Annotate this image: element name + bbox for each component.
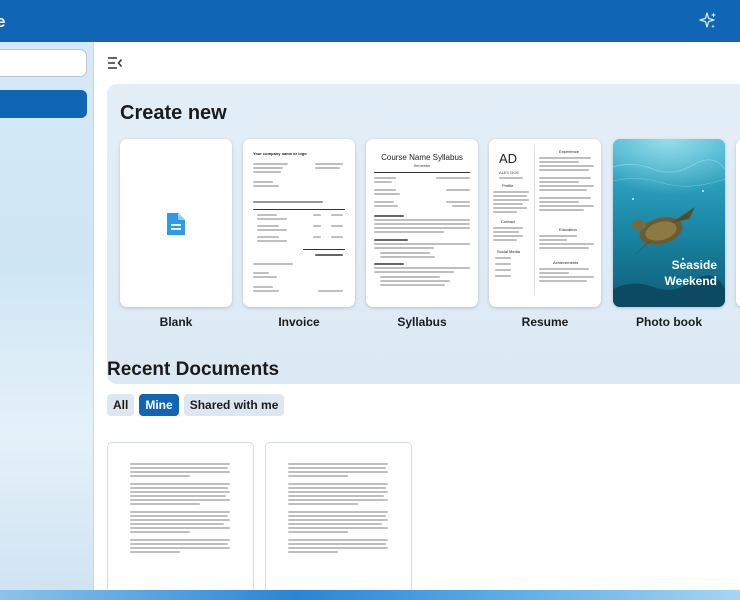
- photo-book-title-line1: Seaside: [671, 258, 717, 272]
- template-syllabus-label: Syllabus: [397, 315, 447, 329]
- app-title: e: [0, 12, 6, 31]
- recent-documents-title: Recent Documents: [107, 359, 280, 380]
- sidebar-search-input[interactable]: [0, 49, 87, 77]
- template-blank-card[interactable]: [120, 139, 232, 307]
- template-invoice-label: Invoice: [278, 315, 320, 329]
- template-photo-book-card[interactable]: Seaside Weekend: [613, 139, 725, 307]
- recent-filter-tabs: All Mine Shared with me: [107, 394, 285, 416]
- main-content: Create new Blank Your company name or lo…: [94, 42, 740, 600]
- sidebar: [0, 42, 94, 600]
- resume-section-achievements: Achievements: [553, 260, 579, 265]
- title-bar: e: [0, 0, 740, 42]
- resume-preview-name: ALEX DOE: [499, 170, 520, 175]
- invoice-preview-heading: Your company name or logo: [253, 151, 307, 156]
- recent-document-card[interactable]: [107, 442, 254, 600]
- recent-document-card[interactable]: [265, 442, 412, 600]
- filter-shared-tab[interactable]: Shared with me: [183, 394, 285, 416]
- syllabus-preview-sub: Semester: [413, 163, 431, 168]
- bottom-accent-bar: [0, 590, 740, 600]
- template-blank-label: Blank: [159, 315, 193, 329]
- resume-section-contact: Contact: [501, 219, 515, 224]
- resume-section-experience: Experience: [559, 149, 580, 154]
- resume-section-social: Social Media: [497, 249, 520, 254]
- sidebar-active-button[interactable]: [0, 90, 87, 118]
- sparkle-icon[interactable]: [698, 11, 718, 31]
- template-resume-card[interactable]: AD ALEX DOE Profile Contact Social Media…: [489, 139, 601, 307]
- filter-all-tab[interactable]: All: [107, 394, 135, 416]
- filter-mine-tab[interactable]: Mine: [139, 394, 179, 416]
- create-new-title: Create new: [120, 102, 227, 124]
- template-invoice-card[interactable]: Your company name or logo: [243, 139, 355, 307]
- photo-book-title-line2: Weekend: [664, 274, 717, 288]
- resume-section-education: Education: [559, 227, 577, 232]
- template-next-card[interactable]: [736, 139, 740, 307]
- resume-section-profile: Profile: [502, 183, 514, 188]
- template-photo-book-label: Photo book: [636, 315, 702, 329]
- create-new-panel: Create new Blank Your company name or lo…: [107, 84, 740, 384]
- document-icon: [167, 213, 185, 235]
- syllabus-preview-heading: Course Name Syllabus: [381, 153, 463, 162]
- template-syllabus-card[interactable]: Course Name Syllabus Semester: [366, 139, 478, 307]
- resume-preview-initials: AD: [499, 151, 518, 166]
- template-resume-label: Resume: [521, 315, 569, 329]
- collapse-sidebar-icon[interactable]: [107, 56, 123, 70]
